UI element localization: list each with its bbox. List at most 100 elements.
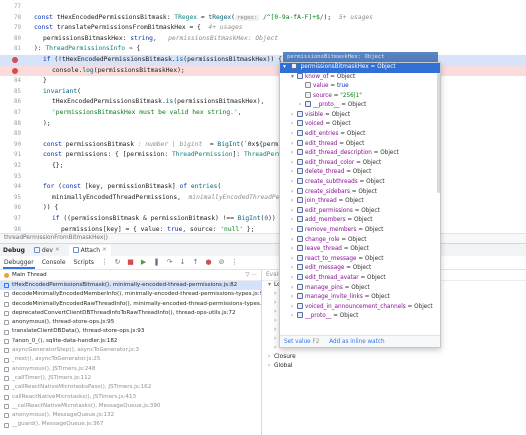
code-line[interactable]: 81): ThreadPermissionsInfo ⇒ { [0,44,526,55]
line-number[interactable]: 95 [0,193,21,204]
object-property-row[interactable]: › edit_thread_color = Object [280,158,440,169]
code-line[interactable]: 79 const translatePermissionsFromBitmaskH… [0,23,526,34]
close-icon[interactable]: ✕ [55,247,60,253]
object-property-row[interactable]: › join_thread = Object [280,197,440,207]
pause-icon[interactable]: ❚ [153,259,160,266]
stack-frame[interactable]: decodeMinimallyEncodedMemberInfo(), mini… [0,290,261,299]
stack-frame[interactable]: _callTimer(), JSTimers.js:112 [0,374,261,383]
object-property-row[interactable]: › leave_thread = Object [280,245,440,255]
line-number[interactable]: 92 [0,161,21,172]
code-line[interactable]: 96)) { [0,203,526,214]
stack-frame[interactable]: __guard(), MessageQueue.js:367 [0,420,261,429]
stack-frame[interactable]: asyncGeneratorStep(), asyncToGenerator.j… [0,346,261,355]
object-property-row[interactable]: source = "256|1" [280,91,440,102]
object-property-row[interactable]: › change_role = Object [280,235,440,246]
object-property-row[interactable]: › create_sidebars = Object [280,187,440,198]
thread-selector[interactable]: Main Thread ▽ ⋯ [0,270,261,281]
filter-icon[interactable]: ▽ ⋯ [245,270,261,281]
resume-icon[interactable]: ▶ [140,259,147,266]
code-line[interactable]: 77 [0,2,526,13]
set-value-link[interactable]: Set value [284,339,311,345]
stack-frame[interactable]: decodeMinimallyEncodedRawThreadInfo(), m… [0,300,261,309]
object-property-row[interactable]: › edit_message = Object [280,264,440,274]
stack-frame[interactable]: _next(), asyncToGenerator.js:25 [0,355,261,364]
code-editor[interactable]: 77 78 const tHexEncodedPermissionsBitmask:… [0,0,526,233]
line-number[interactable]: 85 [0,87,21,98]
popup-root-row[interactable]: ▾ permissionsBitmaskHex = Object [280,63,440,73]
code-line[interactable]: 92 {}; [0,161,526,172]
stack-frame[interactable]: ?anon_0_(), sqlite-data-handler.js:182 [0,337,261,346]
line-number[interactable]: 86 [0,97,21,108]
code-line[interactable]: 83console.log(permissionsBitmaskHex); [0,65,526,77]
code-line[interactable]: 94 for (const [key, permissionBitmask] of… [0,182,526,193]
variable-scope[interactable]: › Closure [262,353,526,362]
stack-frame[interactable]: tHexEncodedPermissionsBitmask(), minimal… [0,281,261,291]
code-line[interactable]: 89 [0,129,526,140]
object-property-row[interactable]: › edit_entries = Object [280,130,440,140]
code-line[interactable]: 88); [0,119,526,130]
line-number[interactable]: 78 [0,13,21,24]
object-property-row[interactable]: › add_members = Object [280,216,440,226]
session-tab-dev[interactable]: dev ✕ [30,245,64,256]
close-icon[interactable]: ✕ [102,247,107,253]
object-property-row[interactable]: › voiced_in_announcement_channels = Objec… [280,302,440,313]
object-property-row[interactable]: › visible = Object [280,110,440,121]
line-number[interactable]: 84 [0,76,21,87]
object-property-row[interactable]: › edit_thread = Object [280,139,440,150]
stop-icon[interactable]: ■ [127,259,134,266]
line-number[interactable]: 79 [0,23,21,34]
stack-frame[interactable]: deprecatedConvertClientDBThreadInfoToRaw… [0,309,261,318]
line-number[interactable]: 93 [0,172,21,183]
code-line[interactable]: 78 const tHexEncodedPermissionsBitmask: T… [0,13,526,24]
stack-frame[interactable]: _callReactNativeMicrotasksPass(), JSTime… [0,383,261,392]
line-number[interactable]: 81 [0,44,21,55]
object-property-row[interactable]: › manage_pins = Object [280,283,440,294]
object-property-row[interactable]: › edit_thread_description = Object [280,149,440,159]
object-property-row[interactable]: › __proto__ = Object [280,101,440,111]
stack-frame[interactable]: anonymous(), thread-store-ops.js:95 [0,318,261,327]
tab-console[interactable]: Console [41,256,67,269]
step-into-icon[interactable]: ↓ [179,259,186,266]
add-inline-watch-link[interactable]: Add as inline watch [329,339,384,345]
line-number[interactable]: 98 [0,225,21,233]
line-number[interactable]: 94 [0,182,21,193]
code-line[interactable]: 85 invariant( [0,87,526,98]
object-property-row[interactable]: › edit_permissions = Object [280,206,440,217]
line-number[interactable]: 91 [0,150,21,161]
object-property-row[interactable]: › __proto__ = Object [280,312,440,322]
line-number[interactable]: 87 [0,108,21,119]
code-line[interactable]: 84} [0,76,526,87]
code-line[interactable]: 95 minimallyEncodedThreadPermissions, min… [0,193,526,204]
stack-frame[interactable]: callReactNativeMicrotasks(), JSTimers.js… [0,393,261,402]
line-number[interactable]: 88 [0,119,21,130]
stack-frame[interactable]: __callReactNativeMicrotasks(), MessageQu… [0,402,261,411]
stack-frame[interactable]: anonymous(), MessageQueue.js:132 [0,411,261,420]
line-number[interactable]: 90 [0,140,21,151]
chevron-down-icon[interactable]: ▾ [283,63,289,73]
code-line[interactable]: 97 if ((permissionsBitmask & permissionBi… [0,214,526,225]
object-property-row[interactable]: value = true [280,82,440,92]
step-over-icon[interactable]: ↷ [166,259,173,266]
object-property-row[interactable]: › delete_thread = Object [280,168,440,178]
line-number[interactable]: 77 [0,2,21,13]
code-line[interactable]: 82if (!tHexEncodedPermissionsBitmask.is(… [0,55,526,66]
code-line[interactable]: 86 tHexEncodedPermissionsBitmask.is(permi… [0,97,526,108]
code-line[interactable]: 98 permissions[key] = { value: true, sour… [0,225,526,233]
object-property-row[interactable]: › create_subthreads = Object [280,178,440,188]
stack-frame[interactable]: anonymous(), JSTimers.js:248 [0,365,261,374]
object-property-row[interactable]: › remove_members = Object [280,226,440,236]
line-number[interactable]: 89 [0,129,21,140]
breakpoints-icon[interactable]: ● [205,259,212,266]
breakpoint-icon[interactable] [12,67,18,74]
mute-breakpoints-icon[interactable]: ⊘ [218,259,225,266]
step-out-icon[interactable]: ↑ [192,259,199,266]
object-property-row[interactable]: › edit_thread_avatar = Object [280,273,440,284]
variable-scope[interactable]: › Global [262,362,526,371]
object-property-row[interactable]: › manage_invite_links = Object [280,293,440,303]
code-line[interactable]: 93 [0,172,526,183]
stack-frame[interactable]: translateClientDBData(), thread-store-op… [0,327,261,336]
object-property-row[interactable]: › react_to_message = Object [280,254,440,265]
tab-scripts[interactable]: Scripts [73,256,96,269]
session-tab-attach[interactable]: Attach ✕ [68,244,111,256]
rerun-icon[interactable]: ↻ [114,259,121,266]
